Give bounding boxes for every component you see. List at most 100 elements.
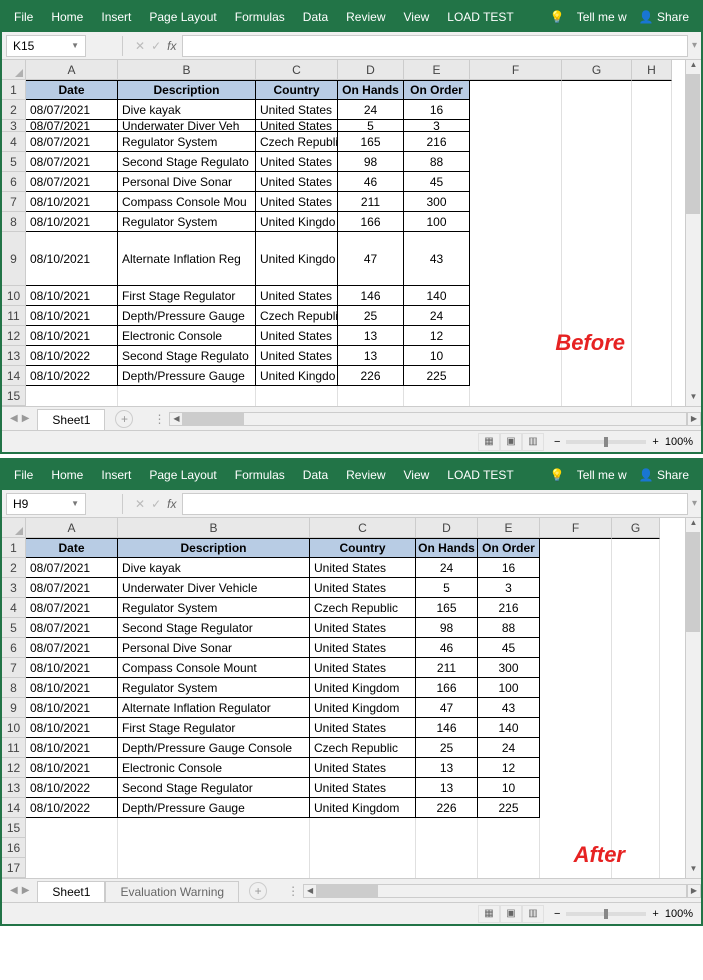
ribbon-tab-file[interactable]: File	[14, 10, 33, 24]
cell[interactable]: 226	[416, 798, 478, 818]
cell[interactable]: Compass Console Mou	[118, 192, 256, 212]
cell[interactable]: 225	[478, 798, 540, 818]
cell[interactable]: Underwater Diver Veh	[118, 120, 256, 132]
cell[interactable]: Personal Dive Sonar	[118, 638, 310, 658]
cell[interactable]: 140	[404, 286, 470, 306]
cell[interactable]: United States	[256, 172, 338, 192]
cell[interactable]: 3	[478, 578, 540, 598]
cell[interactable]: 08/10/2021	[26, 306, 118, 326]
row-header[interactable]: 13	[2, 778, 26, 798]
name-box[interactable]: K15▼	[6, 35, 86, 57]
row-header[interactable]: 5	[2, 618, 26, 638]
cell[interactable]: 12	[404, 326, 470, 346]
cell[interactable]: 08/10/2021	[26, 678, 118, 698]
cell[interactable]: United States	[310, 658, 416, 678]
col-header[interactable]: B	[118, 60, 256, 80]
col-header[interactable]: A	[26, 518, 118, 538]
expand-formula-icon[interactable]: ▾	[692, 40, 697, 51]
row-header[interactable]: 11	[2, 306, 26, 326]
cell[interactable]: 13	[416, 758, 478, 778]
cell[interactable]: Second Stage Regulator	[118, 778, 310, 798]
cell[interactable]: Alternate Inflation Reg	[118, 232, 256, 286]
cell[interactable]: 08/10/2021	[26, 232, 118, 286]
table-header[interactable]: On Hands	[416, 538, 478, 558]
cell[interactable]: Dive kayak	[118, 100, 256, 120]
cell[interactable]: 47	[416, 698, 478, 718]
row-header[interactable]: 9	[2, 698, 26, 718]
cell[interactable]: 08/10/2022	[26, 346, 118, 366]
cell[interactable]: Depth/Pressure Gauge	[118, 306, 256, 326]
cell[interactable]: 211	[416, 658, 478, 678]
cell[interactable]: 08/10/2021	[26, 758, 118, 778]
cell[interactable]: United Kingdo	[256, 366, 338, 386]
cell[interactable]: 300	[404, 192, 470, 212]
col-header[interactable]: D	[416, 518, 478, 538]
cell[interactable]: Second Stage Regulator	[118, 618, 310, 638]
cell[interactable]: 166	[416, 678, 478, 698]
ribbon-tab-data[interactable]: Data	[303, 468, 328, 482]
row-header[interactable]: 12	[2, 326, 26, 346]
cell[interactable]: 13	[338, 326, 404, 346]
cell[interactable]: United States	[256, 100, 338, 120]
cell[interactable]: 100	[478, 678, 540, 698]
cell[interactable]: Regulator System	[118, 598, 310, 618]
table-header[interactable]: Description	[118, 80, 256, 100]
cell[interactable]: First Stage Regulator	[118, 286, 256, 306]
cell[interactable]: Second Stage Regulato	[118, 152, 256, 172]
ribbon-tab-page-layout[interactable]: Page Layout	[149, 10, 216, 24]
cell[interactable]: 08/10/2022	[26, 778, 118, 798]
cell[interactable]: 45	[478, 638, 540, 658]
add-sheet-button[interactable]: +	[115, 410, 133, 428]
horizontal-scrollbar[interactable]: ⋮◀▶	[153, 412, 701, 426]
cell[interactable]: 16	[404, 100, 470, 120]
ribbon-tab-review[interactable]: Review	[346, 10, 385, 24]
cell[interactable]: Czech Republic	[310, 598, 416, 618]
row-header[interactable]: 8	[2, 678, 26, 698]
col-header[interactable]: E	[404, 60, 470, 80]
enter-icon[interactable]: ✓	[151, 39, 161, 53]
vertical-scrollbar[interactable]: ▲▼	[685, 60, 701, 406]
cell[interactable]: 216	[478, 598, 540, 618]
cell[interactable]: 08/07/2021	[26, 618, 118, 638]
page-layout-view-icon[interactable]: ▣	[500, 905, 522, 923]
cell[interactable]: 226	[338, 366, 404, 386]
cell[interactable]: United States	[310, 638, 416, 658]
cell[interactable]: 08/07/2021	[26, 132, 118, 152]
page-layout-view-icon[interactable]: ▣	[500, 433, 522, 451]
ribbon-tab-view[interactable]: View	[404, 468, 430, 482]
ribbon-tab-formulas[interactable]: Formulas	[235, 10, 285, 24]
cell[interactable]: Regulator System	[118, 212, 256, 232]
cell[interactable]: 225	[404, 366, 470, 386]
cell[interactable]: Second Stage Regulato	[118, 346, 256, 366]
cell[interactable]: 12	[478, 758, 540, 778]
share-button[interactable]: 👤 Share	[639, 468, 689, 482]
zoom-level[interactable]: 100%	[665, 908, 693, 920]
sheet-tab[interactable]: Evaluation Warning	[105, 881, 239, 902]
cell[interactable]: 43	[404, 232, 470, 286]
cell[interactable]: 146	[416, 718, 478, 738]
cell[interactable]: United Kingdom	[310, 698, 416, 718]
cell[interactable]: 08/07/2021	[26, 638, 118, 658]
cell[interactable]: 88	[404, 152, 470, 172]
cancel-icon[interactable]: ✕	[135, 39, 145, 53]
cell[interactable]: United States	[256, 286, 338, 306]
tell-me[interactable]: Tell me w	[577, 468, 627, 482]
col-header[interactable]: C	[256, 60, 338, 80]
cell[interactable]: 08/10/2021	[26, 192, 118, 212]
cell[interactable]: 211	[338, 192, 404, 212]
cell[interactable]: Depth/Pressure Gauge Console	[118, 738, 310, 758]
cell[interactable]: 10	[478, 778, 540, 798]
cell[interactable]: 45	[404, 172, 470, 192]
cell[interactable]: 24	[478, 738, 540, 758]
cell[interactable]: Depth/Pressure Gauge	[118, 798, 310, 818]
cell[interactable]: 140	[478, 718, 540, 738]
cell[interactable]: United States	[310, 778, 416, 798]
cell[interactable]: Personal Dive Sonar	[118, 172, 256, 192]
cell[interactable]: 10	[404, 346, 470, 366]
ribbon-tab-review[interactable]: Review	[346, 468, 385, 482]
zoom-in-icon[interactable]: +	[652, 908, 658, 920]
cell[interactable]: United States	[256, 120, 338, 132]
cell[interactable]: 08/10/2021	[26, 718, 118, 738]
table-header[interactable]: On Order	[478, 538, 540, 558]
cell[interactable]: United Kingdom	[310, 798, 416, 818]
